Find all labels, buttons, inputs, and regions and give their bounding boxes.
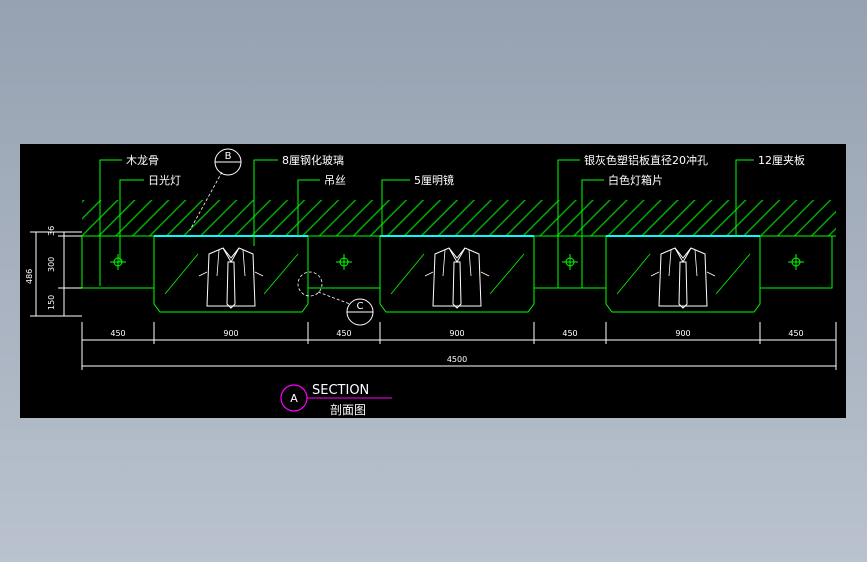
dim-vertical-300: 300 [47,257,56,272]
vertical-dimensions [30,231,82,317]
label-mirror: 5厘明镜 [414,173,454,187]
section-title-zh: 剖面图 [330,403,366,417]
shirt-2 [424,247,490,309]
dim-bay-2: 900 [223,329,238,338]
dim-bay-3: 450 [336,329,351,338]
label-wood-keel: 木龙骨 [126,154,159,167]
label-lightbox-sheet: 白色灯箱片 [608,173,663,187]
cabinet-2 [379,235,535,313]
dim-bay-4: 900 [449,329,464,338]
label-perforated-panel: 银灰色塑铝板直径20冲孔 [584,153,708,167]
dim-bay-7: 450 [788,329,803,338]
section-title-block: A SECTION 剖面图 [280,383,392,417]
dim-total: 4500 [447,355,467,364]
label-plywood: 12厘夹板 [758,153,805,167]
label-tempered-glass: 8厘钢化玻璃 [282,153,344,167]
callout-c[interactable]: C [297,271,374,326]
shirt-3 [650,247,716,309]
section-title-en: SECTION [312,383,369,398]
section-drawing: 木龙骨 日光灯 8厘钢化玻璃 吊丝 5厘明镜 银灰色塑铝板直径20冲孔 白色灯箱… [25,148,837,417]
label-hanging-wire: 吊丝 [324,174,346,187]
dim-bay-6: 900 [675,329,690,338]
shirt-1 [198,247,264,309]
dim-vertical-150: 150 [47,295,56,310]
cad-viewport[interactable]: 木龙骨 日光灯 8厘钢化玻璃 吊丝 5厘明镜 银灰色塑铝板直径20冲孔 白色灯箱… [20,144,846,418]
callout-b-letter: B [225,151,232,162]
ceiling-hatch [82,200,836,237]
dim-vertical-36: 36 [47,226,56,236]
cabinet-1 [153,235,309,313]
callout-c-letter: C [357,301,364,312]
dim-bay-5: 450 [562,329,577,338]
cabinet-3 [605,235,761,313]
dim-bay-1: 450 [110,329,125,338]
label-daylight-lamp: 日光灯 [148,173,181,187]
section-marker-letter: A [290,392,298,405]
dim-overall-height: 486 [25,269,34,284]
shirt-illustrations [198,247,716,309]
